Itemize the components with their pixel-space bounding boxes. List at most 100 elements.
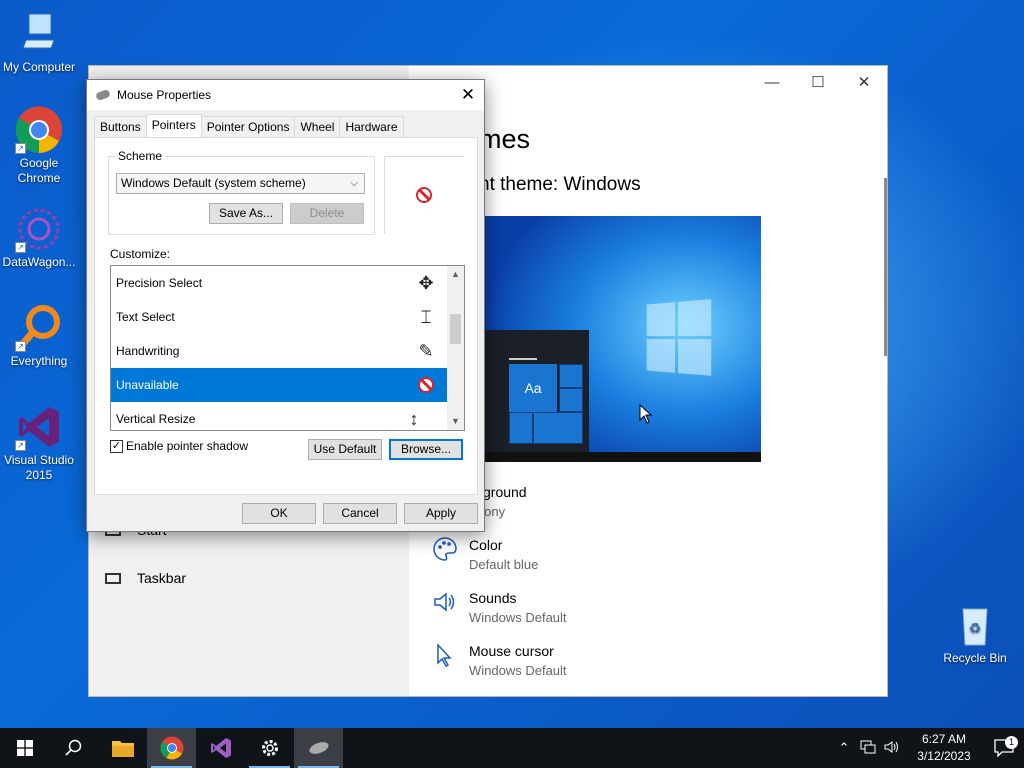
magnifier-icon: ↗ [15, 304, 63, 352]
list-item[interactable]: Handwriting ✎ [111, 334, 447, 368]
desktop-icon-datawagon[interactable]: ↗ DataWagon... [0, 205, 78, 270]
setting-title: Mouse cursor [469, 643, 554, 659]
clock[interactable]: 6:27 AM 3/12/2023 [904, 731, 984, 765]
list-item-label: Vertical Resize [116, 412, 196, 426]
network-icon[interactable] [856, 740, 880, 757]
save-as-button[interactable]: Save As... [209, 203, 283, 224]
windows-logo-icon [646, 299, 713, 377]
list-item[interactable]: Precision Select ✥ [111, 266, 447, 300]
minimize-button[interactable]: — [749, 66, 795, 98]
unavailable-cursor-icon [415, 374, 437, 396]
shortcut-arrow-icon: ↗ [15, 341, 26, 352]
recycle-bin-icon: ♻ [951, 601, 999, 649]
theme-preview: Aa [485, 216, 761, 462]
desktop: My Computer ↗ Google Chrome ↗ DataWagon.… [0, 0, 1024, 728]
setting-mouse-cursor[interactable]: Mouse cursor Windows Default [431, 642, 567, 680]
preview-start-window: Aa [485, 330, 589, 462]
desktop-icon-google-chrome[interactable]: ↗ Google Chrome [0, 106, 78, 186]
list-item-label: Precision Select [116, 276, 203, 290]
tab-strip: Buttons Pointers Pointer Options Wheel H… [94, 114, 404, 137]
tab-hardware[interactable]: Hardware [339, 116, 404, 137]
tab-wheel[interactable]: Wheel [294, 116, 341, 137]
scheme-select[interactable]: Windows Default (system scheme) ⌵ [116, 173, 365, 194]
list-item[interactable]: Text Select ⌶ [111, 300, 447, 334]
list-item-selected[interactable]: Unavailable [111, 368, 447, 402]
use-default-button[interactable]: Use Default [308, 439, 382, 460]
desktop-icon-label: Everything [10, 354, 68, 368]
taskbar-icon [105, 572, 121, 584]
scheme-select-value: Windows Default (system scheme) [121, 176, 306, 190]
close-button[interactable]: ✕ [452, 80, 484, 110]
dialog-titlebar[interactable]: Mouse Properties ✕ [87, 80, 484, 110]
current-theme-title: nt theme: Windows [479, 174, 641, 195]
scroll-thumb[interactable] [450, 314, 461, 344]
volume-icon[interactable] [880, 740, 904, 757]
setting-value: Windows Default [469, 610, 567, 625]
setting-value: Windows Default [469, 663, 567, 678]
desktop-icon-my-computer[interactable]: My Computer [0, 10, 78, 75]
dialog-title: Mouse Properties [117, 88, 212, 102]
taskbar-chrome[interactable] [147, 728, 196, 768]
setting-title: Sounds [469, 590, 517, 606]
delete-button[interactable]: Delete [290, 203, 364, 224]
desktop-icon-label: My Computer [2, 60, 76, 74]
tab-pointer-options[interactable]: Pointer Options [200, 116, 296, 137]
taskbar-settings[interactable] [245, 728, 294, 768]
setting-color[interactable]: Color Default blue [431, 536, 538, 574]
vertical-resize-cursor-icon: ↕ [409, 409, 419, 429]
scroll-down-icon[interactable]: ▼ [447, 413, 464, 430]
nav-item-taskbar[interactable]: Taskbar [105, 570, 186, 586]
desktop-icon-everything[interactable]: ↗ Everything [0, 304, 78, 369]
close-button[interactable]: ✕ [841, 66, 887, 98]
mouse-pointer-icon [639, 404, 653, 424]
list-scrollbar[interactable]: ▲ ▼ [447, 266, 464, 430]
windows-start-icon [16, 740, 33, 756]
unavailable-cursor-icon [416, 187, 432, 203]
browse-button[interactable]: Browse... [389, 439, 463, 460]
tab-pointers[interactable]: Pointers [145, 114, 202, 137]
scroll-up-icon[interactable]: ▲ [447, 266, 464, 283]
text-cursor-icon: ⌶ [420, 307, 432, 327]
desktop-icon-label: Google Chrome [17, 156, 61, 185]
start-button[interactable] [0, 728, 49, 768]
setting-sounds[interactable]: Sounds Windows Default [431, 589, 567, 627]
pointers-tab-panel: Scheme Windows Default (system scheme) ⌵… [94, 137, 478, 495]
scheme-legend: Scheme [115, 149, 166, 163]
chevron-down-icon: ⌵ [350, 178, 358, 189]
enable-pointer-shadow-checkbox[interactable]: ✓ Enable pointer shadow [110, 439, 248, 453]
maximize-button[interactable]: ☐ [795, 66, 841, 98]
settings-scrollbar[interactable] [884, 178, 887, 356]
apply-button[interactable]: Apply [404, 503, 478, 524]
gear-icon [261, 740, 278, 756]
taskbar-visual-studio[interactable] [196, 728, 245, 768]
checkmark-icon: ✓ [110, 439, 123, 453]
visual-studio-icon [210, 738, 231, 758]
mouse-icon [308, 742, 329, 754]
desktop-icon-recycle-bin[interactable]: ♻ Recycle Bin [936, 601, 1014, 666]
tab-buttons[interactable]: Buttons [94, 116, 147, 137]
taskbar-file-explorer[interactable] [98, 728, 147, 768]
list-item[interactable]: Vertical Resize ↕ [111, 402, 447, 430]
palette-icon [431, 536, 459, 564]
move-cursor-icon: ✥ [418, 273, 434, 293]
taskbar: ⌃ 6:27 AM 3/12/2023 1 [0, 728, 1024, 768]
desktop-icon-visual-studio[interactable]: ↗ Visual Studio 2015 [0, 403, 78, 483]
ok-button[interactable]: OK [242, 503, 316, 524]
scheme-group: Scheme Windows Default (system scheme) ⌵… [108, 149, 375, 235]
datawagon-icon: ↗ [15, 205, 63, 253]
window-caption-buttons: — ☐ ✕ [749, 66, 887, 98]
notification-count: 1 [1005, 736, 1018, 749]
taskbar-mouse-properties[interactable] [294, 728, 343, 768]
visual-studio-icon: ↗ [15, 403, 63, 451]
preview-tile: Aa [509, 364, 557, 412]
cursor-icon [431, 642, 459, 670]
pointer-list[interactable]: Precision Select ✥ Text Select ⌶ Handwri… [110, 265, 465, 431]
desktop-icon-label: Recycle Bin [943, 651, 1007, 665]
action-center-button[interactable]: 1 [984, 736, 1024, 757]
mouse-properties-dialog: Mouse Properties ✕ Buttons Pointers Poin… [86, 79, 485, 532]
cancel-button[interactable]: Cancel [323, 503, 397, 524]
nav-item-label: Taskbar [137, 570, 187, 586]
search-button[interactable] [49, 728, 98, 768]
chevron-up-icon[interactable]: ⌃ [832, 740, 856, 756]
customize-label: Customize: [110, 247, 171, 261]
